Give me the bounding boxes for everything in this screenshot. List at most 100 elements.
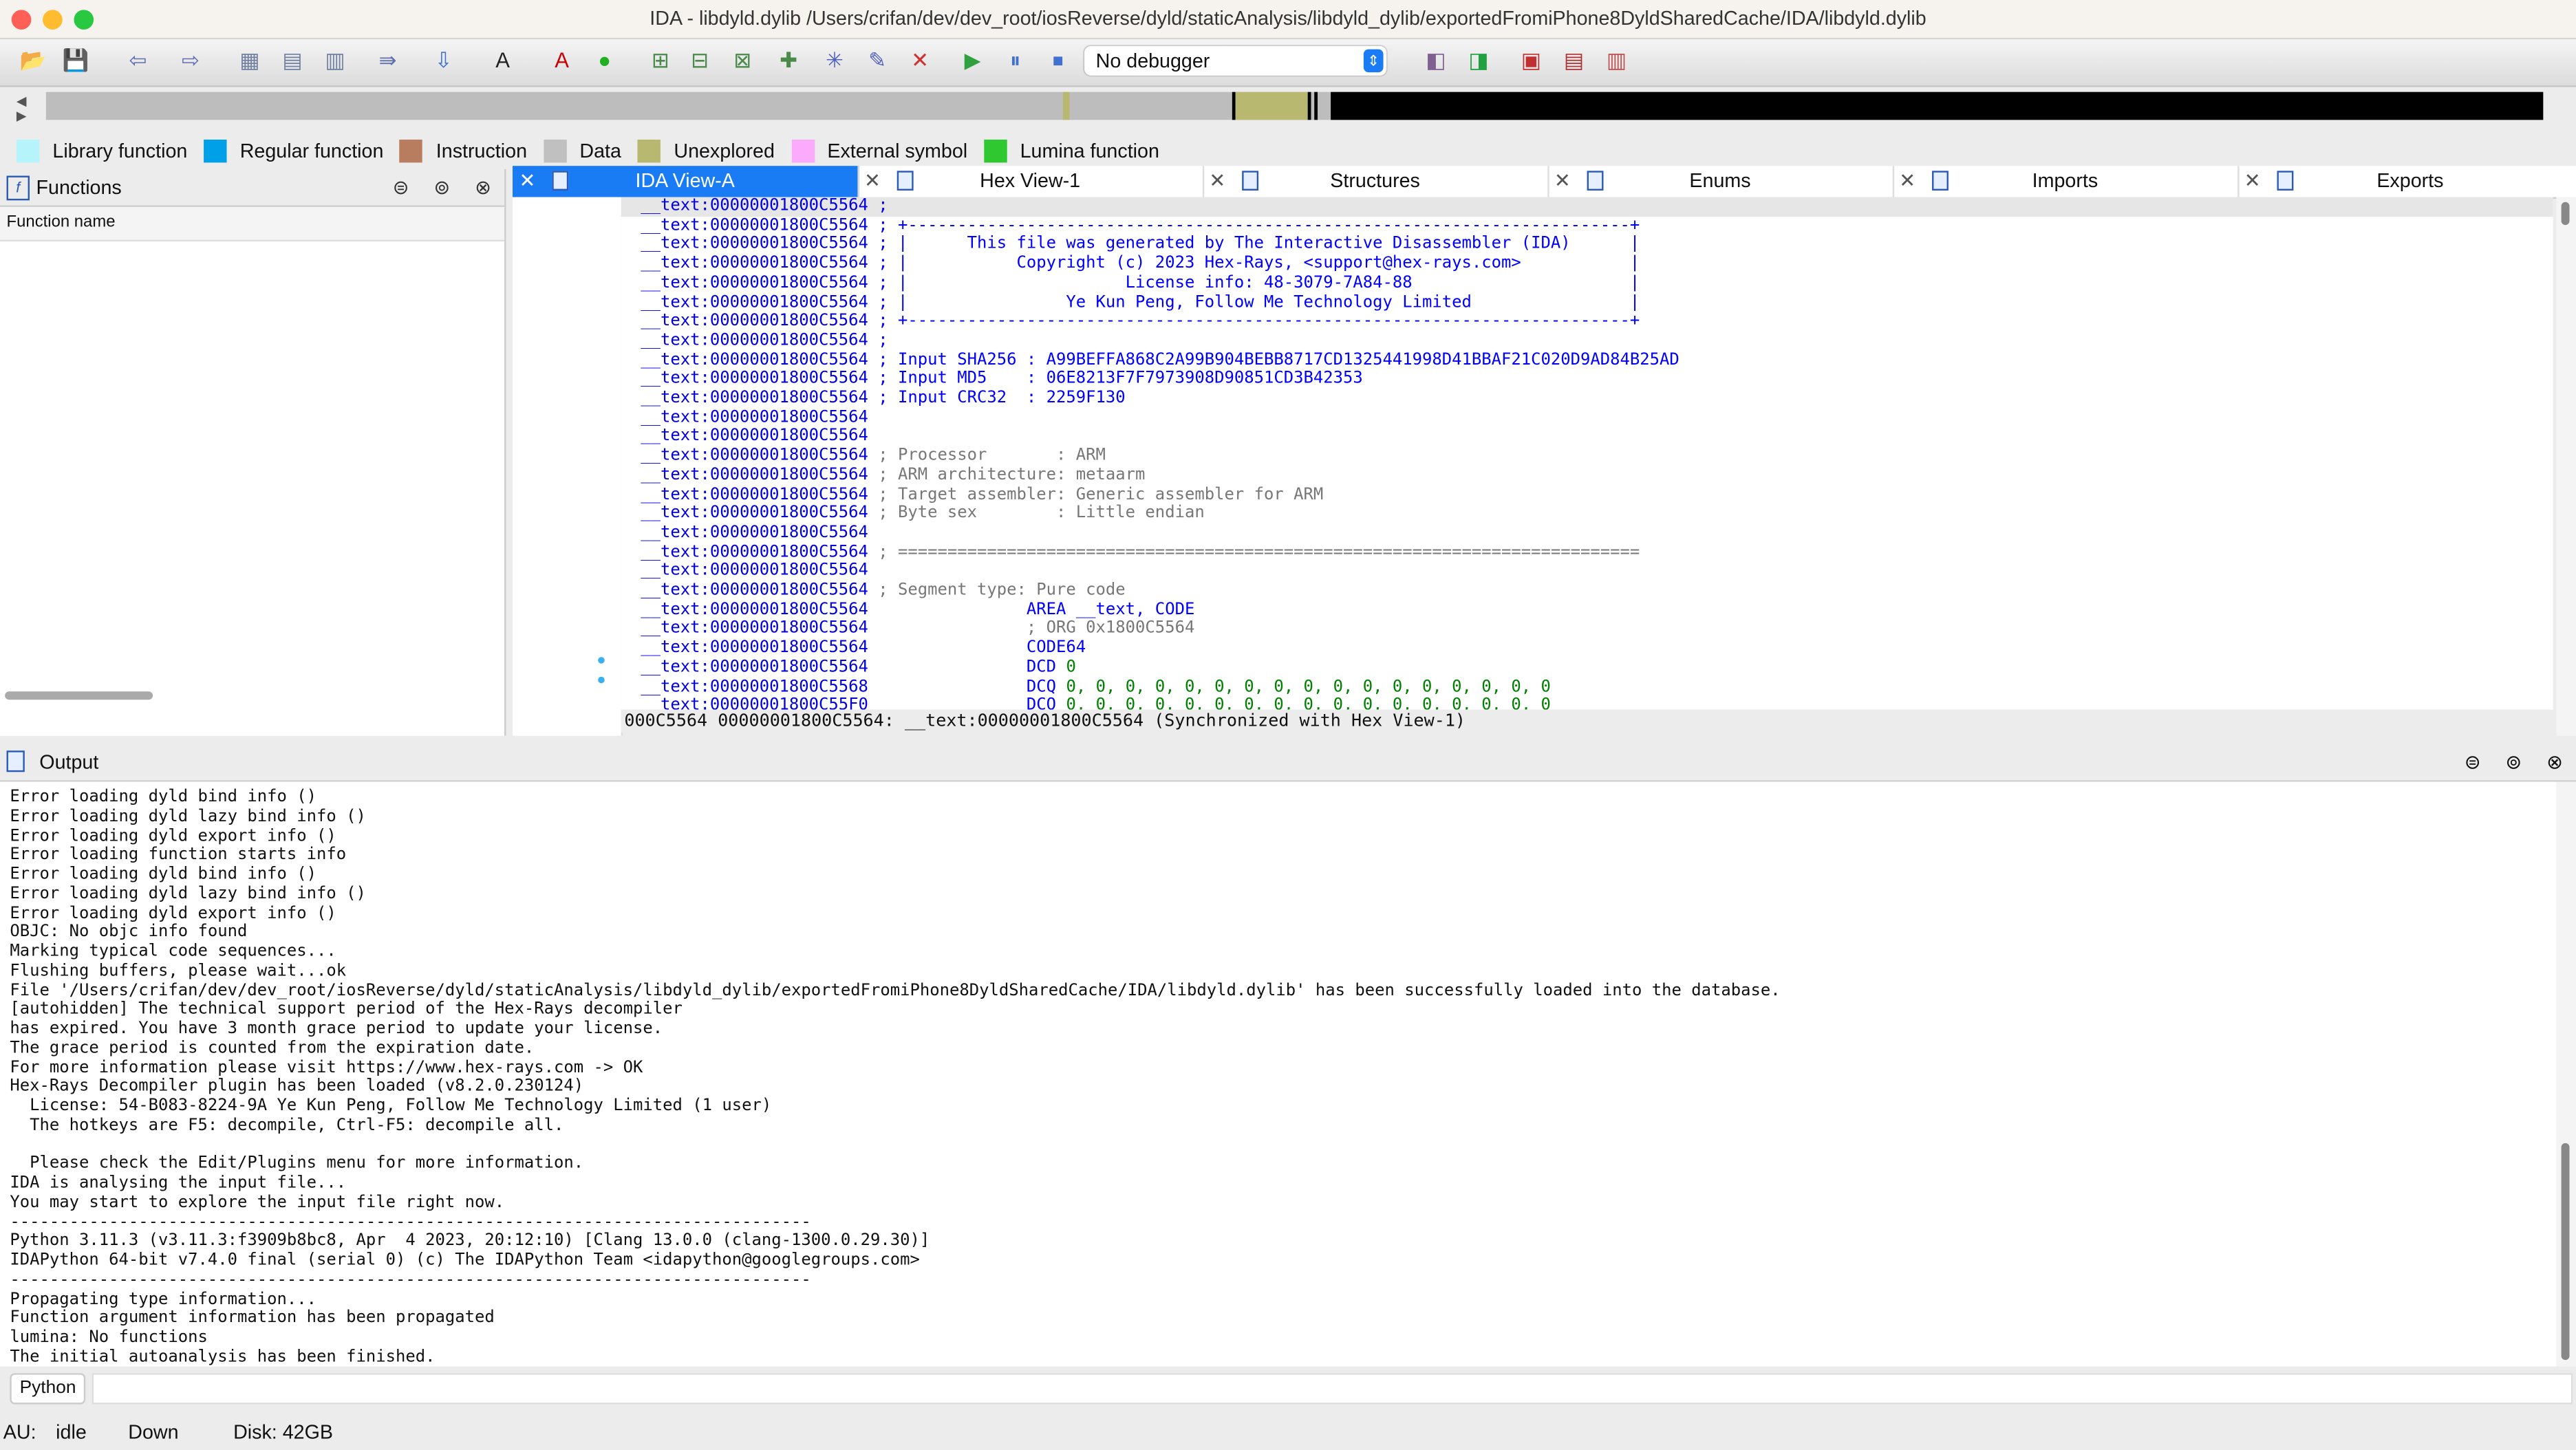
back-icon[interactable]: ⇦	[125, 47, 151, 74]
line-address: __text:00000001800C5564	[641, 600, 868, 619]
stop-icon[interactable]: ⏹	[1045, 47, 1071, 74]
disasm-line[interactable]: __text:00000001800C5564 ; Input MD5 : 06…	[641, 370, 1362, 389]
disasm-line[interactable]: __text:00000001800C5564 ; | License info…	[641, 274, 1640, 293]
run-icon[interactable]: ▶	[959, 47, 985, 74]
func-icon[interactable]: ✚	[775, 47, 802, 74]
binary-icon[interactable]: ▥	[322, 47, 348, 74]
panel-menu-icon[interactable]: ⊜	[2465, 744, 2481, 781]
ida-window: IDA - libdyld.dylib /Users/crifan/dev/de…	[0, 0, 2576, 1450]
line-address: __text:00000001800C55F0	[641, 696, 868, 710]
string-icon[interactable]: A	[490, 47, 516, 74]
panel-close-icon[interactable]: ⊗	[2546, 744, 2563, 781]
edit-icon[interactable]: ✎	[864, 47, 890, 74]
chevron-updown-icon: ⇕	[1363, 49, 1384, 73]
disasm-line[interactable]: __text:00000001800C5564 ; | Copyright (c…	[641, 255, 1640, 274]
output-line: Flushing buffers, please wait...ok	[10, 962, 347, 980]
disasm-line[interactable]: __text:00000001800C5564 ; Input CRC32 : …	[641, 389, 1125, 409]
data-icon[interactable]: ⊟	[687, 47, 713, 74]
python-language-button[interactable]: Python	[10, 1373, 86, 1405]
disasm-line[interactable]: __text:00000001800C5564 ; Input SHA256 :…	[641, 351, 1679, 370]
disasm-line[interactable]: __text:00000001800C5564 ;	[641, 332, 888, 351]
nav-scroll-arrows[interactable]: ◀ ▶	[17, 94, 27, 123]
disasm-line[interactable]: __text:00000001800C5564 DCD 0	[641, 658, 1076, 678]
output-log[interactable]: Error loading dyld bind info () Error loa…	[0, 781, 2557, 1367]
tool-icon[interactable]: ▥	[1603, 47, 1629, 74]
tab-structures[interactable]: ✕ Structures	[1203, 166, 1549, 197]
disasm-line[interactable]: __text:00000001800C5564 ; Byte sex : Lit…	[641, 505, 1204, 524]
tool-icon[interactable]: ▣	[1518, 47, 1544, 74]
search-direction: Down	[128, 1420, 179, 1444]
output-line: Error loading dyld export info ()	[10, 904, 336, 922]
disasm-vertical-scrollbar[interactable]	[2556, 197, 2576, 736]
zoom-window-button[interactable]	[74, 10, 94, 30]
disasm-line[interactable]: __text:00000001800C5564 ; Segment type: …	[641, 581, 1125, 600]
hex-icon[interactable]: ▦	[237, 47, 263, 74]
disasm-line[interactable]: __text:00000001800C5564 ; +-------------…	[641, 216, 1640, 235]
disasm-line[interactable]: __text:00000001800C5564 ; +-------------…	[641, 312, 1640, 332]
panel-float-icon[interactable]: ⊚	[433, 169, 450, 206]
tab-enums[interactable]: ✕ Enums	[1547, 166, 1895, 197]
output-line: The hotkeys are F5: decompile, Ctrl-F5: …	[10, 1116, 564, 1135]
disasm-line[interactable]: __text:00000001800C5564 ; ==============…	[641, 543, 1640, 562]
tab-exports[interactable]: ✕ Exports	[2237, 166, 2576, 197]
line-address: __text:00000001800C5564	[641, 235, 868, 254]
open-icon[interactable]: 📂	[20, 47, 47, 74]
panel-menu-icon[interactable]: ⊜	[393, 169, 409, 206]
disasm-line[interactable]: __text:00000001800C5564 AREA __text, COD…	[641, 600, 1194, 620]
code-icon[interactable]: ⊞	[647, 47, 674, 74]
tab-imports[interactable]: ✕ Imports	[1893, 166, 2240, 197]
output-line: Error loading dyld bind info ()	[10, 788, 316, 807]
disassembly-view[interactable]: __text:00000001800C5564 ; __text:00000001…	[621, 197, 2553, 710]
line-address: __text:00000001800C5564	[641, 639, 868, 658]
tool-icon[interactable]: ◧	[1423, 47, 1449, 74]
disasm-line[interactable]: __text:00000001800C5564 ; | Ye Kun Peng,…	[641, 293, 1640, 312]
line-address: __text:00000001800C5564	[641, 485, 868, 504]
disasm-line[interactable]: __text:00000001800C5564	[641, 409, 868, 428]
enum-icon[interactable]: ✳	[822, 47, 848, 74]
tab-label: Structures	[1330, 169, 1420, 193]
line-address: __text:00000001800C5564	[641, 523, 868, 542]
pause-icon[interactable]: ⏸	[1002, 47, 1029, 74]
disasm-line[interactable]: __text:00000001800C5564 ; Processor : AR…	[641, 447, 1106, 466]
jump-icon[interactable]: ⇛	[374, 47, 400, 74]
line-text: ;	[868, 197, 888, 215]
disasm-line[interactable]: __text:00000001800C5564 ; ORG 0x1800C556…	[641, 620, 1194, 639]
close-window-button[interactable]	[11, 10, 32, 30]
disasm-line[interactable]: __text:00000001800C5564 ; ARM architectu…	[641, 466, 1145, 486]
line-text: ; Target assembler: Generic assembler fo…	[868, 485, 1324, 504]
disasm-line[interactable]: __text:00000001800C5568 DCQ 0, 0, 0, 0, …	[641, 678, 1551, 697]
struct-icon[interactable]: ⊠	[729, 47, 755, 74]
command-input[interactable]	[92, 1373, 2573, 1405]
column-header-function-name[interactable]: Function name	[0, 206, 505, 242]
disasm-line[interactable]: __text:00000001800C5564	[641, 562, 868, 581]
horizontal-scrollbar[interactable]	[5, 691, 153, 700]
text-icon[interactable]: ▤	[279, 47, 305, 74]
navigation-band[interactable]	[45, 91, 2544, 120]
delete-icon[interactable]: ✕	[907, 47, 933, 74]
line-address: __text:00000001800C5564	[641, 446, 868, 465]
save-icon[interactable]: 💾	[63, 47, 89, 74]
font-icon[interactable]: A	[549, 47, 575, 74]
line-text: ;	[868, 332, 888, 350]
legend-swatch	[984, 138, 1007, 162]
minimize-window-button[interactable]	[43, 10, 63, 30]
panel-close-icon[interactable]: ⊗	[475, 169, 491, 206]
tool-icon[interactable]: ◨	[1466, 47, 1492, 74]
disasm-line[interactable]: __text:00000001800C5564 CODE64	[641, 639, 1086, 658]
tab-ida-view-a[interactable]: ✕ IDA View-A	[512, 166, 859, 197]
disasm-line[interactable]: __text:00000001800C5564	[641, 523, 868, 543]
disasm-line[interactable]: __text:00000001800C55F0 DCQ 0, 0, 0, 0, …	[641, 697, 1551, 710]
disasm-line[interactable]: __text:00000001800C5564 ;	[641, 197, 888, 217]
disasm-line[interactable]: __text:00000001800C5564	[641, 428, 868, 447]
forward-icon[interactable]: ⇨	[178, 47, 204, 74]
panel-float-icon[interactable]: ⊚	[2505, 744, 2522, 781]
output-vertical-scrollbar[interactable]	[2556, 781, 2576, 1367]
tab-hex-view-1[interactable]: ✕ Hex View-1	[857, 166, 1205, 197]
disasm-line[interactable]: __text:00000001800C5564 ; | This file wa…	[641, 235, 1640, 255]
disasm-line[interactable]: __text:00000001800C5564 ; Target assembl…	[641, 486, 1323, 505]
green-circle-icon[interactable]: ●	[592, 47, 618, 74]
down-arrow-icon[interactable]: ⇩	[431, 47, 457, 74]
debugger-select[interactable]: No debugger ⇕	[1084, 45, 1387, 76]
line-address: __text:00000001800C5564	[641, 581, 868, 600]
tool-icon[interactable]: ▤	[1560, 47, 1587, 74]
